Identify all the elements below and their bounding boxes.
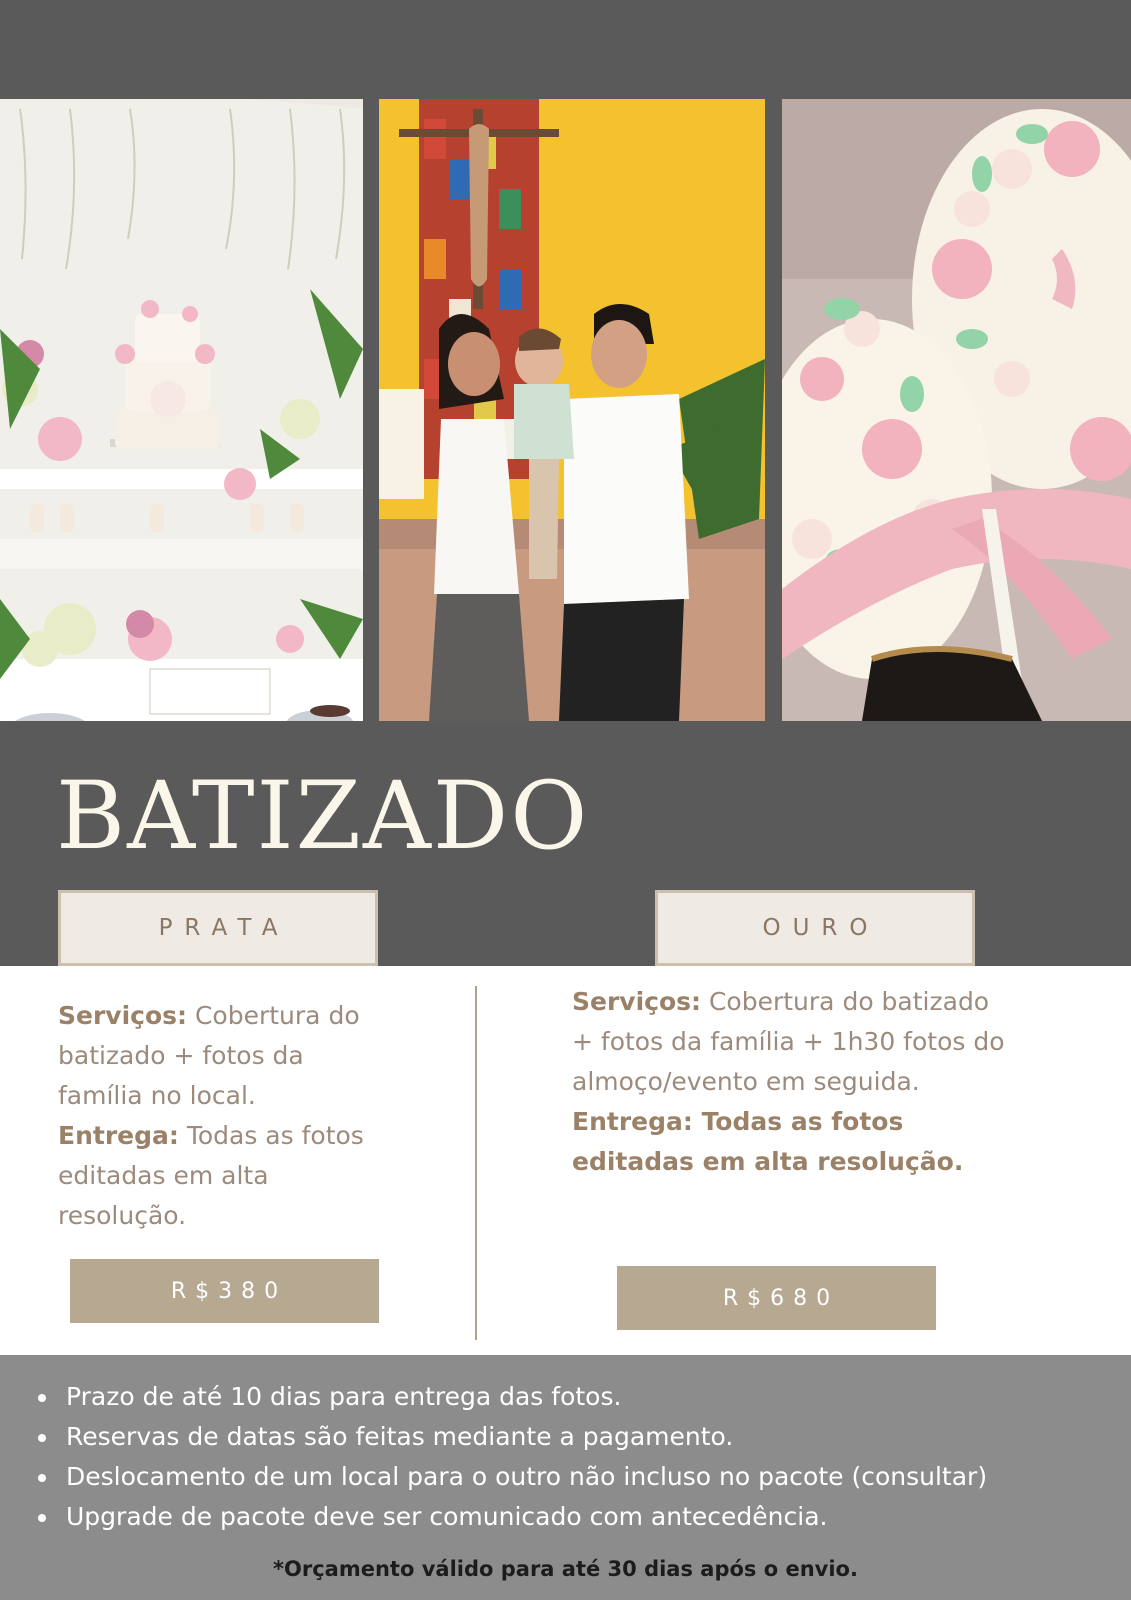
- bullet-icon: [38, 1474, 46, 1482]
- column-divider: [475, 986, 477, 1340]
- note-text: Upgrade de pacote deve ser comunicado co…: [66, 1502, 828, 1531]
- cookie-lollipops-photo: [782, 99, 1131, 721]
- note-text: Reservas de datas são feitas mediante a …: [66, 1422, 734, 1451]
- services-label: Serviços:: [572, 987, 702, 1016]
- family-church-photo: [379, 99, 765, 721]
- validity-footnote: *Orçamento válido para até 30 dias após …: [273, 1557, 858, 1581]
- price-badge-prata: R$380: [70, 1259, 379, 1323]
- bullet-icon: [38, 1514, 46, 1522]
- note-text: Deslocamento de um local para o outro nã…: [66, 1462, 988, 1491]
- price-badge-ouro: R$680: [617, 1266, 936, 1330]
- package-description-ouro: Serviços: Cobertura do batizado + fotos …: [572, 982, 1012, 1182]
- bullet-icon: [38, 1394, 46, 1402]
- note-item: Deslocamento de um local para o outro nã…: [36, 1457, 987, 1497]
- delivery-label: Entrega:: [58, 1121, 179, 1150]
- note-item: Prazo de até 10 dias para entrega das fo…: [36, 1377, 987, 1417]
- tier-label-prata: PRATA: [58, 890, 378, 966]
- note-text: Prazo de até 10 dias para entrega das fo…: [66, 1382, 622, 1411]
- note-item: Upgrade de pacote deve ser comunicado co…: [36, 1497, 987, 1537]
- bullet-icon: [38, 1434, 46, 1442]
- package-description-prata: Serviços: Cobertura do batizado + fotos …: [58, 996, 388, 1236]
- delivery-label: Entrega: Todas as fotos editadas em alta…: [572, 1107, 964, 1176]
- page-title: BATIZADO: [56, 762, 590, 871]
- notes-list: Prazo de até 10 dias para entrega das fo…: [36, 1377, 987, 1537]
- dessert-table-photo: [0, 99, 363, 721]
- tier-label-ouro: OURO: [655, 890, 975, 966]
- services-label: Serviços:: [58, 1001, 188, 1030]
- note-item: Reservas de datas são feitas mediante a …: [36, 1417, 987, 1457]
